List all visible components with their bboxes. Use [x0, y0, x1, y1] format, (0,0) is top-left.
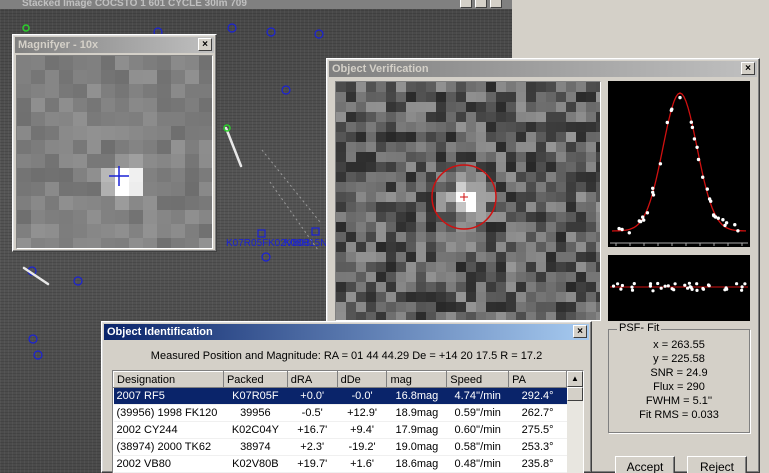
measured-position: Measured Position and Magnitude: RA = 01… [150, 350, 543, 362]
col-header[interactable]: PA [508, 371, 567, 388]
table-cell: 18.6mag [386, 455, 447, 473]
table-row[interactable]: 2007 RF5 K07R05F +0.0' -0.0' 16.8mag 4.74''/m… [113, 387, 567, 405]
col-header[interactable]: Speed [446, 371, 510, 388]
table-cell: +0.0' [287, 387, 338, 405]
magnifier-close-button[interactable]: × [198, 38, 212, 51]
table-cell: -0.0' [337, 387, 387, 405]
magnifier-titlebar[interactable]: Magnifyer - 10x × [15, 37, 214, 53]
magnifier-window: Magnifyer - 10x × [12, 34, 217, 252]
marker-square [311, 227, 320, 236]
psf-flux-value: Flux = 290 [653, 381, 705, 393]
magnifier-title: Magnifyer - 10x [18, 39, 99, 51]
psf-snr-value: SNR = 24.9 [650, 367, 708, 379]
table-cell: 39956 [223, 404, 288, 422]
identification-close-button[interactable]: × [573, 325, 587, 338]
marker-circle [314, 29, 324, 39]
psf-profile-plot [608, 81, 750, 247]
psf-fit-group: PSF- Fit x = 263.55 y = 225.58 SNR = 24.… [608, 322, 750, 433]
col-header[interactable]: Designation [113, 371, 224, 388]
table-cell: +9.4' [337, 421, 387, 439]
table-cell: 0.59''/min [446, 404, 509, 422]
marker-circle [28, 334, 38, 344]
table-cell: +16.7' [287, 421, 338, 439]
table-cell: 2007 RF5 [113, 387, 224, 405]
psf-residual-plot [608, 255, 750, 321]
col-header[interactable]: mag [386, 371, 448, 388]
table-cell: 253.3° [508, 438, 567, 456]
verification-close-button[interactable]: × [741, 62, 755, 75]
table-cell: (38974) 2000 TK62 [113, 438, 224, 456]
col-header[interactable]: dRA [286, 371, 338, 388]
psf-fwhm-value: FWHM = 5.1'' [645, 395, 713, 407]
verification-title: Object Verification [332, 63, 429, 75]
magnifier-view[interactable] [16, 55, 213, 249]
psf-y-value: y = 225.58 [653, 353, 705, 365]
table-cell: 262.7° [508, 404, 567, 422]
table-cell: 0.58''/min [446, 438, 509, 456]
verification-titlebar[interactable]: Object Verification × [329, 61, 757, 77]
target-icon [431, 164, 497, 230]
table-cell: 2002 CY244 [113, 421, 224, 439]
marker-circle [266, 27, 276, 37]
table-scrollbar[interactable]: ▲ [567, 371, 583, 473]
table-cell: K02V80B [223, 455, 288, 473]
col-header[interactable]: Packed [222, 371, 288, 388]
marker-circle [227, 23, 237, 33]
table-cell: 2002 VB80 [113, 455, 224, 473]
table-cell: -0.5' [287, 404, 338, 422]
table-cell: (39956) 1998 FK120 [113, 404, 224, 422]
table-cell: 0.48''/min [446, 455, 509, 473]
table-cell: K02C04Y [223, 421, 288, 439]
satellite-trail [224, 126, 243, 168]
table-row[interactable]: 2002 VB80 K02V80B +19.7' +1.6' 18.6mag 0.48''… [113, 455, 567, 473]
crosshair-icon [109, 166, 129, 186]
scroll-thumb[interactable] [567, 387, 583, 401]
scroll-up-icon[interactable]: ▲ [567, 371, 583, 387]
identification-window: Object Identification × Measured Positio… [101, 321, 592, 473]
marker-circle [33, 350, 43, 360]
table-row[interactable]: (39956) 1998 FK120 39956 -0.5' +12.9' 18.9ma… [113, 404, 567, 422]
verification-image[interactable] [335, 81, 601, 321]
table-cell: 19.0mag [386, 438, 447, 456]
annotation-label: K07R05F [226, 238, 269, 249]
table-cell: 275.5° [508, 421, 567, 439]
table-cell: 16.8mag [386, 387, 447, 405]
psf-group-label: PSF- Fit [617, 322, 662, 334]
col-header[interactable]: dDe [336, 371, 388, 388]
marker-circle [261, 252, 271, 262]
table-cell: 0.60''/min [446, 421, 509, 439]
table-cell: +12.9' [337, 404, 387, 422]
table-row[interactable]: 2002 CY244 K02C04Y +16.7' +9.4' 17.9mag 0.60'… [113, 421, 567, 439]
marker-circle [73, 276, 83, 286]
table-cell: +2.3' [287, 438, 338, 456]
table-cell: +19.7' [287, 455, 338, 473]
marker-square [257, 229, 266, 238]
table-cell: 38974 [223, 438, 288, 456]
green-marker [22, 24, 30, 32]
table-cell: K07R05F [223, 387, 288, 405]
identification-table[interactable]: Designation Packed dRA dDe mag Speed PA … [112, 370, 584, 473]
table-cell: -19.2' [337, 438, 387, 456]
table-cell: 18.9mag [386, 404, 447, 422]
marker-circle [281, 85, 291, 95]
table-row[interactable]: (38974) 2000 TK62 38974 +2.3' -19.2' 19.0mag… [113, 438, 567, 456]
annotation-label: K08H15N [284, 238, 328, 249]
table-cell: 292.4° [508, 387, 567, 405]
table-cell: 4.74''/min [446, 387, 509, 405]
psf-fitrms-value: Fit RMS = 0.033 [639, 409, 719, 421]
table-cell: +1.6' [337, 455, 387, 473]
accept-button[interactable]: Accept [615, 456, 675, 473]
identification-titlebar[interactable]: Object Identification × [104, 324, 589, 340]
table-cell: 17.9mag [386, 421, 447, 439]
table-cell: 235.8° [508, 455, 567, 473]
identification-title: Object Identification [107, 326, 213, 338]
psf-x-value: x = 263.55 [653, 339, 705, 351]
reject-button[interactable]: Reject [687, 456, 747, 473]
